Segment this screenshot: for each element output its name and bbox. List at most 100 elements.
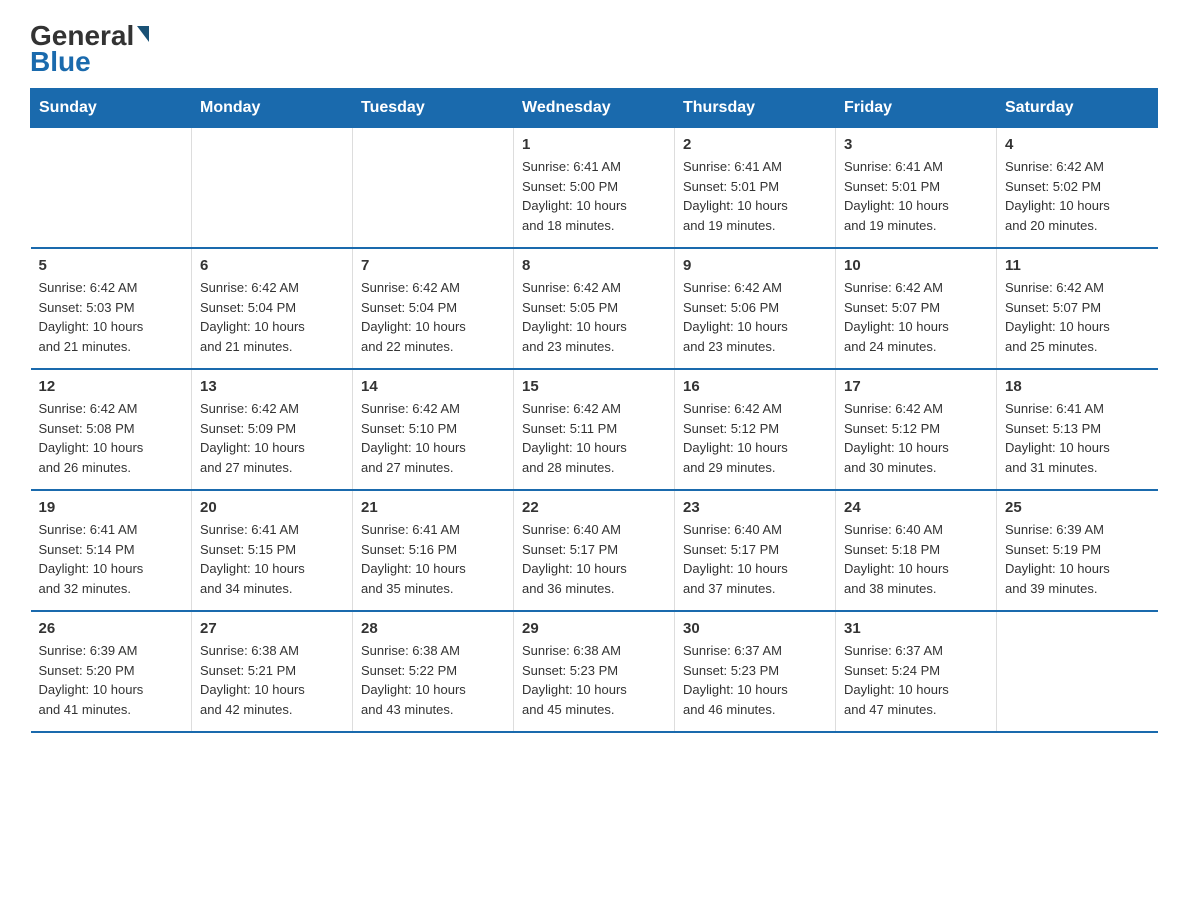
weekday-header-monday: Monday bbox=[192, 89, 353, 128]
day-info: Sunrise: 6:38 AMSunset: 5:23 PMDaylight:… bbox=[522, 641, 666, 719]
day-info: Sunrise: 6:37 AMSunset: 5:24 PMDaylight:… bbox=[844, 641, 988, 719]
day-info: Sunrise: 6:42 AMSunset: 5:09 PMDaylight:… bbox=[200, 399, 344, 477]
calendar-cell-week2-day7: 11 Sunrise: 6:42 AMSunset: 5:07 PMDayligh… bbox=[997, 248, 1158, 369]
calendar-table: SundayMondayTuesdayWednesdayThursdayFrid… bbox=[30, 88, 1158, 733]
day-info: Sunrise: 6:38 AMSunset: 5:21 PMDaylight:… bbox=[200, 641, 344, 719]
day-number: 7 bbox=[361, 257, 505, 274]
calendar-cell-week3-day1: 12 Sunrise: 6:42 AMSunset: 5:08 PMDayligh… bbox=[31, 369, 192, 490]
calendar-cell-week3-day4: 15 Sunrise: 6:42 AMSunset: 5:11 PMDayligh… bbox=[514, 369, 675, 490]
day-number: 18 bbox=[1005, 378, 1150, 395]
day-info: Sunrise: 6:41 AMSunset: 5:13 PMDaylight:… bbox=[1005, 399, 1150, 477]
day-number: 14 bbox=[361, 378, 505, 395]
calendar-cell-week3-day6: 17 Sunrise: 6:42 AMSunset: 5:12 PMDayligh… bbox=[836, 369, 997, 490]
calendar-cell-week3-day2: 13 Sunrise: 6:42 AMSunset: 5:09 PMDayligh… bbox=[192, 369, 353, 490]
calendar-week-1: 1 Sunrise: 6:41 AMSunset: 5:00 PMDaylight… bbox=[31, 128, 1158, 249]
weekday-header-row: SundayMondayTuesdayWednesdayThursdayFrid… bbox=[31, 89, 1158, 128]
day-info: Sunrise: 6:42 AMSunset: 5:10 PMDaylight:… bbox=[361, 399, 505, 477]
weekday-header-tuesday: Tuesday bbox=[353, 89, 514, 128]
day-info: Sunrise: 6:37 AMSunset: 5:23 PMDaylight:… bbox=[683, 641, 827, 719]
day-info: Sunrise: 6:40 AMSunset: 5:17 PMDaylight:… bbox=[522, 520, 666, 598]
calendar-cell-week5-day5: 30 Sunrise: 6:37 AMSunset: 5:23 PMDayligh… bbox=[675, 611, 836, 732]
day-info: Sunrise: 6:42 AMSunset: 5:12 PMDaylight:… bbox=[844, 399, 988, 477]
calendar-cell-week1-day7: 4Sunrise: 6:42 AMSunset: 5:02 PMDaylight… bbox=[997, 128, 1158, 249]
day-info: Sunrise: 6:41 AMSunset: 5:14 PMDaylight:… bbox=[39, 520, 184, 598]
calendar-cell-week4-day7: 25 Sunrise: 6:39 AMSunset: 5:19 PMDayligh… bbox=[997, 490, 1158, 611]
calendar-cell-week5-day2: 27 Sunrise: 6:38 AMSunset: 5:21 PMDayligh… bbox=[192, 611, 353, 732]
calendar-cell-week3-day3: 14 Sunrise: 6:42 AMSunset: 5:10 PMDayligh… bbox=[353, 369, 514, 490]
weekday-header-saturday: Saturday bbox=[997, 89, 1158, 128]
day-number: 21 bbox=[361, 499, 505, 516]
calendar-cell-week4-day5: 23Sunrise: 6:40 AMSunset: 5:17 PMDayligh… bbox=[675, 490, 836, 611]
day-info: Sunrise: 6:38 AMSunset: 5:22 PMDaylight:… bbox=[361, 641, 505, 719]
calendar-cell-week5-day7 bbox=[997, 611, 1158, 732]
day-number: 25 bbox=[1005, 499, 1150, 516]
day-number: 10 bbox=[844, 257, 988, 274]
day-info: Sunrise: 6:42 AMSunset: 5:06 PMDaylight:… bbox=[683, 278, 827, 356]
day-info: Sunrise: 6:42 AMSunset: 5:04 PMDaylight:… bbox=[361, 278, 505, 356]
calendar-cell-week4-day1: 19 Sunrise: 6:41 AMSunset: 5:14 PMDayligh… bbox=[31, 490, 192, 611]
calendar-cell-week1-day2 bbox=[192, 128, 353, 249]
day-number: 30 bbox=[683, 620, 827, 637]
day-number: 27 bbox=[200, 620, 344, 637]
calendar-cell-week2-day3: 7 Sunrise: 6:42 AMSunset: 5:04 PMDaylight… bbox=[353, 248, 514, 369]
calendar-cell-week1-day4: 1 Sunrise: 6:41 AMSunset: 5:00 PMDaylight… bbox=[514, 128, 675, 249]
logo: General Blue bbox=[30, 20, 149, 78]
day-number: 2 bbox=[683, 136, 827, 153]
day-info: Sunrise: 6:41 AMSunset: 5:00 PMDaylight:… bbox=[522, 157, 666, 235]
day-info: Sunrise: 6:42 AMSunset: 5:07 PMDaylight:… bbox=[844, 278, 988, 356]
calendar-cell-week4-day2: 20 Sunrise: 6:41 AMSunset: 5:15 PMDayligh… bbox=[192, 490, 353, 611]
calendar-cell-week4-day4: 22Sunrise: 6:40 AMSunset: 5:17 PMDayligh… bbox=[514, 490, 675, 611]
day-number: 17 bbox=[844, 378, 988, 395]
day-number: 5 bbox=[39, 257, 184, 274]
logo-blue-text: Blue bbox=[30, 46, 91, 78]
day-number: 1 bbox=[522, 136, 666, 153]
day-number: 16 bbox=[683, 378, 827, 395]
day-info: Sunrise: 6:40 AMSunset: 5:18 PMDaylight:… bbox=[844, 520, 988, 598]
day-info: Sunrise: 6:42 AMSunset: 5:05 PMDaylight:… bbox=[522, 278, 666, 356]
day-number: 8 bbox=[522, 257, 666, 274]
day-number: 9 bbox=[683, 257, 827, 274]
day-number: 31 bbox=[844, 620, 988, 637]
day-number: 28 bbox=[361, 620, 505, 637]
calendar-week-4: 19 Sunrise: 6:41 AMSunset: 5:14 PMDayligh… bbox=[31, 490, 1158, 611]
calendar-cell-week2-day2: 6 Sunrise: 6:42 AMSunset: 5:04 PMDaylight… bbox=[192, 248, 353, 369]
day-info: Sunrise: 6:41 AMSunset: 5:15 PMDaylight:… bbox=[200, 520, 344, 598]
day-info: Sunrise: 6:39 AMSunset: 5:19 PMDaylight:… bbox=[1005, 520, 1150, 598]
calendar-cell-week2-day6: 10 Sunrise: 6:42 AMSunset: 5:07 PMDayligh… bbox=[836, 248, 997, 369]
calendar-cell-week4-day6: 24Sunrise: 6:40 AMSunset: 5:18 PMDayligh… bbox=[836, 490, 997, 611]
day-info: Sunrise: 6:42 AMSunset: 5:03 PMDaylight:… bbox=[39, 278, 184, 356]
day-info: Sunrise: 6:42 AMSunset: 5:04 PMDaylight:… bbox=[200, 278, 344, 356]
day-info: Sunrise: 6:42 AMSunset: 5:02 PMDaylight:… bbox=[1005, 157, 1150, 235]
day-number: 6 bbox=[200, 257, 344, 274]
calendar-cell-week1-day3 bbox=[353, 128, 514, 249]
day-number: 23 bbox=[683, 499, 827, 516]
calendar-cell-week5-day6: 31 Sunrise: 6:37 AMSunset: 5:24 PMDayligh… bbox=[836, 611, 997, 732]
calendar-cell-week5-day4: 29Sunrise: 6:38 AMSunset: 5:23 PMDayligh… bbox=[514, 611, 675, 732]
weekday-header-sunday: Sunday bbox=[31, 89, 192, 128]
day-info: Sunrise: 6:42 AMSunset: 5:11 PMDaylight:… bbox=[522, 399, 666, 477]
day-number: 26 bbox=[39, 620, 184, 637]
calendar-cell-week3-day7: 18 Sunrise: 6:41 AMSunset: 5:13 PMDayligh… bbox=[997, 369, 1158, 490]
calendar-cell-week1-day5: 2Sunrise: 6:41 AMSunset: 5:01 PMDaylight… bbox=[675, 128, 836, 249]
day-number: 13 bbox=[200, 378, 344, 395]
calendar-week-5: 26 Sunrise: 6:39 AMSunset: 5:20 PMDayligh… bbox=[31, 611, 1158, 732]
calendar-cell-week2-day4: 8 Sunrise: 6:42 AMSunset: 5:05 PMDaylight… bbox=[514, 248, 675, 369]
day-number: 19 bbox=[39, 499, 184, 516]
calendar-week-2: 5 Sunrise: 6:42 AMSunset: 5:03 PMDaylight… bbox=[31, 248, 1158, 369]
day-number: 12 bbox=[39, 378, 184, 395]
day-info: Sunrise: 6:42 AMSunset: 5:07 PMDaylight:… bbox=[1005, 278, 1150, 356]
day-number: 3 bbox=[844, 136, 988, 153]
day-number: 15 bbox=[522, 378, 666, 395]
day-info: Sunrise: 6:42 AMSunset: 5:08 PMDaylight:… bbox=[39, 399, 184, 477]
calendar-cell-week1-day1 bbox=[31, 128, 192, 249]
day-info: Sunrise: 6:41 AMSunset: 5:01 PMDaylight:… bbox=[844, 157, 988, 235]
day-number: 20 bbox=[200, 499, 344, 516]
day-number: 11 bbox=[1005, 257, 1150, 274]
calendar-cell-week2-day5: 9 Sunrise: 6:42 AMSunset: 5:06 PMDaylight… bbox=[675, 248, 836, 369]
calendar-cell-week5-day3: 28 Sunrise: 6:38 AMSunset: 5:22 PMDayligh… bbox=[353, 611, 514, 732]
calendar-cell-week1-day6: 3 Sunrise: 6:41 AMSunset: 5:01 PMDaylight… bbox=[836, 128, 997, 249]
day-info: Sunrise: 6:39 AMSunset: 5:20 PMDaylight:… bbox=[39, 641, 184, 719]
weekday-header-thursday: Thursday bbox=[675, 89, 836, 128]
calendar-cell-week2-day1: 5 Sunrise: 6:42 AMSunset: 5:03 PMDaylight… bbox=[31, 248, 192, 369]
weekday-header-wednesday: Wednesday bbox=[514, 89, 675, 128]
